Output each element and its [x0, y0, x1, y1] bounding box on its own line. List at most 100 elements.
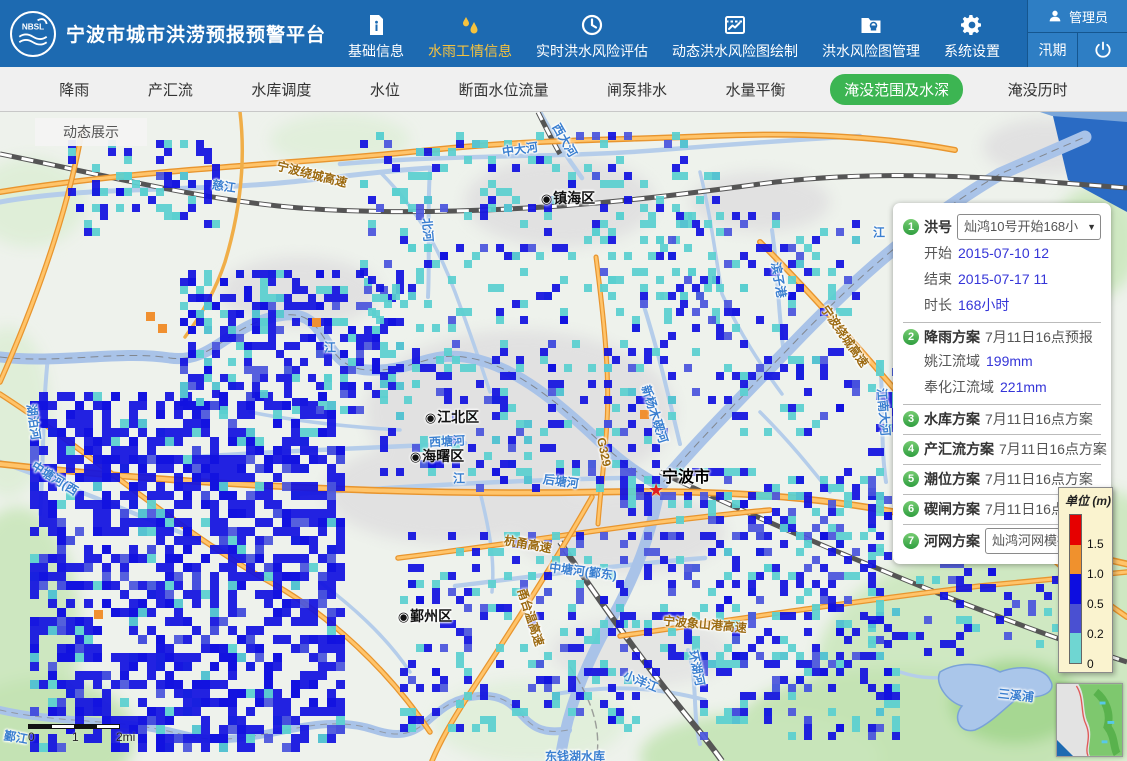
folder-lock-icon: [859, 13, 883, 37]
main-nav: 基础信息 水雨工情信息实时洪水风险评估 动态洪水风险图绘制 洪水风险图管理 系统设置: [348, 7, 1027, 61]
step-badge: 1: [903, 219, 919, 235]
sub-key: 开始: [924, 240, 952, 266]
river-label: 北河: [418, 217, 437, 242]
panel-row-label: 洪号: [924, 216, 952, 238]
river-label: 江: [453, 470, 465, 487]
nav-item-6[interactable]: 系统设置: [944, 7, 1000, 61]
district-label: ◉江北区: [425, 407, 479, 427]
panel-sub-line: 奉化江流域221mm: [903, 374, 1101, 400]
user-icon: [1047, 8, 1063, 24]
app-logo: NBSL: [10, 11, 56, 57]
nav-item-label: 动态洪水风险图绘制: [672, 41, 798, 61]
panel-sub-line: 结束2015-07-17 11: [903, 266, 1101, 292]
city-star-marker: ★: [648, 480, 664, 501]
legend-tick-label: 0.2: [1087, 627, 1104, 641]
dynamic-display-button[interactable]: 动态展示: [35, 118, 147, 146]
panel-sub-line: 姚江流域199mm: [903, 348, 1101, 374]
panel-row-value: 7月11日16点方案: [985, 408, 1093, 430]
tab-4[interactable]: 水位: [356, 74, 414, 105]
district-label: ◉镇海区: [541, 188, 595, 208]
chevron-down-icon: ▼: [1087, 216, 1096, 238]
scalebar-label: 1: [72, 730, 79, 744]
district-marker-icon: ◉: [410, 449, 421, 464]
user-menu[interactable]: 管理员: [1028, 0, 1127, 33]
nav-item-4[interactable]: 动态洪水风险图绘制: [672, 7, 798, 61]
panel-sub-line: 时长168小时: [903, 292, 1101, 318]
page-title: 宁波市城市洪涝预报预警平台: [66, 20, 326, 47]
water-drops-icon: [458, 13, 482, 37]
nav-item-5[interactable]: 洪水风险图管理: [822, 7, 920, 61]
scheme-select[interactable]: 灿鸿10号开始168小▼: [957, 214, 1101, 240]
nav-item-label: 实时洪水风险评估: [536, 41, 648, 61]
minimap-toggle-icon[interactable]: [1057, 740, 1073, 756]
map-scalebar: 012mi: [28, 724, 120, 743]
panel-row-label: 潮位方案: [924, 468, 980, 490]
sub-key: 姚江流域: [924, 348, 980, 374]
top-header: NBSL 宁波市城市洪涝预报预警平台 基础信息 水雨工情信息实时洪水风险评估 动态洪…: [0, 0, 1127, 67]
tab-2[interactable]: 产汇流: [134, 74, 207, 105]
river-label: 东钱湖水库: [545, 748, 605, 761]
document-info-icon: [364, 13, 388, 37]
legend-colorbar: [1069, 514, 1082, 664]
river-label: 江: [873, 224, 885, 241]
panel-row-2: 2降雨方案7月11日16点预报姚江流域199mm奉化江流域221mm: [903, 322, 1101, 404]
panel-row-value: 7月11日16点方案: [999, 438, 1107, 460]
step-badge: 6: [903, 501, 919, 517]
legend-tick-label: 1.5: [1087, 537, 1104, 551]
step-badge: 3: [903, 411, 919, 427]
panel-sub-line: 开始2015-07-10 12: [903, 240, 1101, 266]
tab-5[interactable]: 断面水位流量: [444, 74, 562, 105]
sub-key: 奉化江流域: [924, 374, 994, 400]
panel-row-label: 河网方案: [924, 530, 980, 552]
sub-value: 199mm: [986, 348, 1033, 374]
brand: NBSL 宁波市城市洪涝预报预警平台: [0, 11, 326, 57]
legend-title: 单位 (m): [1065, 492, 1112, 509]
scalebar-label: 0: [28, 730, 35, 744]
step-badge: 2: [903, 329, 919, 345]
sub-value: 168小时: [958, 292, 1009, 318]
district-marker-icon: ◉: [398, 609, 409, 624]
nav-item-label: 基础信息: [348, 41, 404, 61]
panel-row-1: 1 洪号灿鸿10号开始168小▼开始2015-07-10 12结束2015-07-…: [903, 211, 1101, 322]
chart-window-icon: [723, 13, 747, 37]
sub-tab-bar: 降雨产汇流水库调度水位断面水位流量闸泵排水水量平衡淹没范围及水深淹没历时: [0, 67, 1127, 112]
river-label: 三溪浦: [997, 685, 1035, 706]
logout-button[interactable]: [1078, 33, 1127, 67]
tab-6[interactable]: 闸泵排水: [593, 74, 681, 105]
city-label: 宁波市: [662, 463, 710, 487]
sub-value: 2015-07-10 12: [958, 240, 1049, 266]
tab-9[interactable]: 淹没历时: [994, 74, 1082, 105]
tab-1[interactable]: 降雨: [45, 74, 103, 105]
step-badge: 7: [903, 533, 919, 549]
gear-icon: [960, 13, 984, 37]
logo-text: NBSL: [22, 22, 44, 31]
panel-row-3: 3 水库方案7月11日16点方案: [903, 404, 1101, 434]
district-marker-icon: ◉: [541, 191, 552, 206]
district-marker-icon: ◉: [425, 410, 436, 425]
district-label: ◉鄞州区: [398, 606, 452, 626]
nav-item-3[interactable]: 实时洪水风险评估: [536, 7, 648, 61]
overview-minimap[interactable]: [1056, 683, 1123, 757]
map-canvas[interactable]: 动态展示 ◉镇海区◉江北区◉海曙区◉鄞州区宁波市中大河西大河北河慈江滨子港西塘河…: [0, 112, 1127, 761]
tab-3[interactable]: 水库调度: [237, 74, 325, 105]
panel-row-4: 4产汇流方案7月11日16点方案: [903, 434, 1101, 464]
nav-item-1[interactable]: 基础信息: [348, 7, 404, 61]
tab-8[interactable]: 淹没范围及水深: [830, 74, 963, 105]
panel-row-label: 降雨方案: [924, 326, 980, 348]
panel-row-label: 碶闸方案: [924, 498, 980, 520]
tab-7[interactable]: 水量平衡: [712, 74, 800, 105]
nav-item-2[interactable]: 水雨工情信息: [428, 7, 512, 61]
sub-key: 时长: [924, 292, 952, 318]
panel-row-label: 水库方案: [924, 408, 980, 430]
river-label: 慈江: [211, 176, 237, 196]
depth-legend: 单位 (m) 1.51.00.50.20: [1058, 487, 1113, 673]
panel-row-label: 产汇流方案: [924, 438, 994, 460]
sub-key: 结束: [924, 266, 952, 292]
flood-season-button[interactable]: 汛期: [1028, 33, 1078, 67]
step-badge: 5: [903, 471, 919, 487]
nav-item-label: 洪水风险图管理: [822, 41, 920, 61]
step-badge: 4: [903, 441, 919, 457]
user-block: 管理员 汛期: [1027, 0, 1127, 67]
power-icon: [1093, 40, 1113, 60]
river-label: 江: [324, 339, 336, 356]
